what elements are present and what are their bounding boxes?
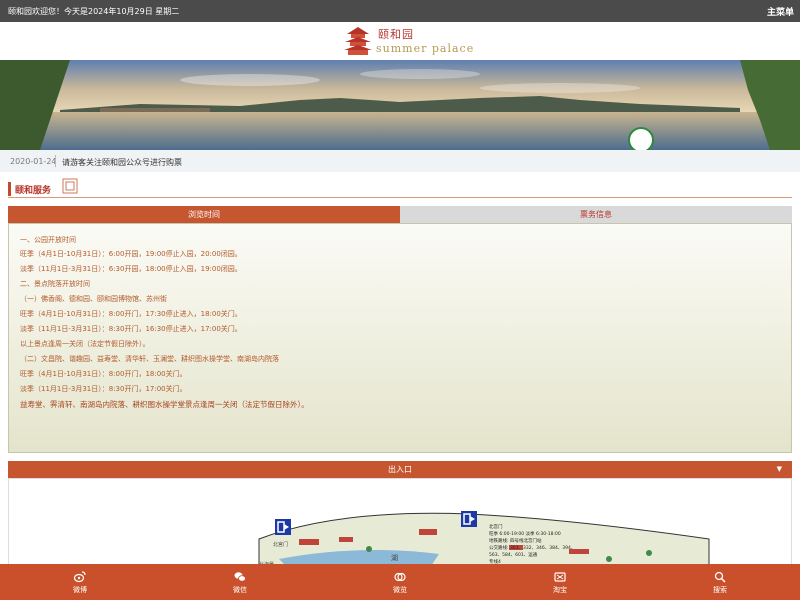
section-title: 颐和服务 xyxy=(15,186,52,196)
ornament-icon xyxy=(62,178,78,194)
hours-line: 旺季（4月1日-10月31日）：6:00开园，19:00停止入园，20:00闭园… xyxy=(20,250,242,258)
gate-info-line: 北宫门 xyxy=(489,525,503,530)
gate-info-line: 公交路线: 303、332、346、384、394、 xyxy=(489,546,576,551)
notice-date: 2020-01-24 xyxy=(10,157,57,166)
nav-weibo[interactable]: 微博 xyxy=(0,564,160,600)
logo-badge-icon xyxy=(628,127,654,150)
hours-line: 益寿堂、霁清轩、南湖岛内院落、耕织图水操学堂景点逢周一关闭（法定节假日除外）。 xyxy=(20,400,309,409)
main-menu-button[interactable]: 主菜单 xyxy=(767,5,794,18)
park-map[interactable]: 北宫门 旺季 6:00-19:00 淡季 6:30-18:00 地铁路线: 四号… xyxy=(8,478,792,568)
opening-hours-panel: 一、公园开放时间 旺季（4月1日-10月31日）：6:00开园，19:00停止入… xyxy=(8,223,792,453)
hours-line: 旺季（4月1日-10月31日）：8:00开门，18:00关门。 xyxy=(20,370,187,378)
site-header: 颐和园 summer palace xyxy=(0,22,800,60)
gate-info-line: 563、584、601、运通 xyxy=(489,553,538,558)
bottom-nav: 微博 微信 微览 淘宝 搜索 xyxy=(0,564,800,600)
taobao-icon xyxy=(554,572,566,582)
tab-opening-hours[interactable]: 浏览时间 xyxy=(8,206,400,223)
tab-ticket-info[interactable]: 票务信息 xyxy=(400,206,792,223)
notice-bar[interactable]: 2020-01-24 请游客关注颐和园公众号进行购票 xyxy=(0,150,800,172)
banner-image xyxy=(0,60,800,150)
notice-text[interactable]: 请游客关注颐和园公众号进行购票 xyxy=(62,157,182,168)
logo-english-name: summer palace xyxy=(376,42,475,55)
map-lake-label: 湖 xyxy=(391,554,398,562)
hours-line: 旺季（4月1日-10月31日）：8:00开门，17:30停止进入，18:00关门… xyxy=(20,310,242,318)
section-underline xyxy=(8,197,792,198)
caret-down-icon[interactable]: ▼ xyxy=(777,461,782,478)
notice-divider xyxy=(55,155,56,167)
nav-browse[interactable]: 微览 xyxy=(320,564,480,600)
browse-icon xyxy=(394,572,406,582)
weibo-icon xyxy=(74,571,86,583)
nav-label: 搜索 xyxy=(713,586,727,594)
hours-line: （一）佛香阁、德和园、颐和园博物馆、苏州街 xyxy=(20,295,167,303)
section-marker xyxy=(8,182,11,196)
entrance-accordion-header[interactable]: 出入口 ▼ xyxy=(8,461,792,478)
hours-line: 一、公园开放时间 xyxy=(20,236,76,244)
exit-marker-icon[interactable] xyxy=(275,519,291,535)
nav-label: 淘宝 xyxy=(553,586,567,594)
nav-label: 微览 xyxy=(393,586,407,594)
gate-info-line: 地铁路线: 四号线北宫门站 xyxy=(489,539,542,544)
nav-taobao[interactable]: 淘宝 xyxy=(480,564,640,600)
hours-line: 淡季（11月1日-3月31日）：8:30开门，17:00关门。 xyxy=(20,385,187,393)
hours-line: 淡季（11月1日-3月31日）：8:30开门，16:30停止进入，17:00关门… xyxy=(20,325,242,333)
gate-info-box: 北宫门 旺季 6:00-19:00 淡季 6:30-18:00 地铁路线: 四号… xyxy=(489,524,589,566)
nav-label: 微信 xyxy=(233,586,247,594)
nav-search[interactable]: 搜索 xyxy=(640,564,800,600)
info-tabs: 浏览时间 票务信息 xyxy=(8,206,792,223)
nav-label: 微博 xyxy=(73,586,87,594)
map-gate-label: 北宫门 xyxy=(273,542,289,548)
exit-marker-icon[interactable] xyxy=(461,511,477,527)
hours-line: 二、景点院落开放时间 xyxy=(20,280,90,288)
top-bar: 颐和园欢迎您！今天是2024年10月29日 星期二 主菜单 xyxy=(0,0,800,22)
pagoda-logo-icon[interactable] xyxy=(343,26,373,56)
section-header: 颐和服务 xyxy=(8,178,792,198)
wechat-icon xyxy=(234,572,246,582)
hours-line: 淡季（11月1日-3月31日）：6:30开园，18:00停止入园，19:00闭园… xyxy=(20,265,242,273)
hours-line: （二）文昌院、谐趣园、益寿堂、清华轩、玉澜堂、耕织图水操学堂、南湖岛内院落 xyxy=(20,355,279,363)
logo-chinese-name: 颐和园 xyxy=(378,28,414,41)
nav-wechat[interactable]: 微信 xyxy=(160,564,320,600)
welcome-text: 颐和园欢迎您！今天是2024年10月29日 星期二 xyxy=(8,7,180,16)
gate-info-line: 旺季 6:00-19:00 淡季 6:30-18:00 xyxy=(489,532,561,537)
entrance-title: 出入口 xyxy=(388,465,412,474)
hours-line: 以上景点逢周一关闭（法定节假日除外）。 xyxy=(20,340,150,348)
search-icon xyxy=(714,571,726,583)
